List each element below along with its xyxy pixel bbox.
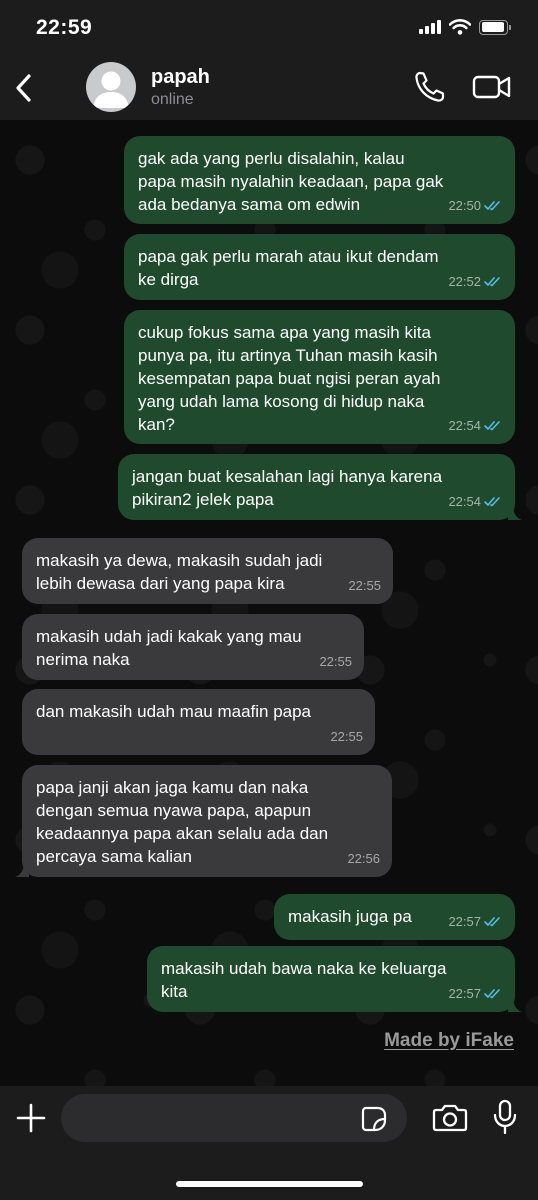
avatar[interactable]: [86, 62, 136, 112]
message-meta: 22:57: [448, 982, 503, 1005]
message-meta: 22:55: [348, 574, 381, 597]
message-meta: 22:54: [448, 414, 503, 437]
phone-icon[interactable]: [413, 70, 445, 104]
message-time: 22:55: [330, 729, 363, 744]
message-meta: 22:55: [319, 650, 352, 673]
message-bubble-outgoing[interactable]: gak ada yang perlu disalahin, kalau papa…: [124, 136, 515, 224]
message-bubble-incoming[interactable]: makasih ya dewa, makasih sudah jadi lebi…: [22, 538, 393, 604]
message-meta: 22:54: [448, 490, 503, 513]
status-bar: 22:59: [0, 0, 538, 58]
message-meta: 22:56: [347, 847, 380, 870]
read-receipt-icon: [484, 497, 500, 507]
default-avatar-icon: [93, 71, 129, 108]
bubble-tail: [15, 861, 29, 877]
message-time: 22:57: [448, 986, 481, 1001]
plus-icon[interactable]: [15, 1102, 47, 1134]
cellular-signal-icon: [419, 20, 441, 34]
chat-header: papah online: [0, 58, 538, 120]
camera-icon[interactable]: [432, 1102, 468, 1134]
message-bubble-incoming[interactable]: papa janji akan jaga kamu dan naka denga…: [15, 765, 392, 877]
wifi-icon: [449, 19, 471, 35]
message-text: gak ada yang perlu disalahin, kalau papa…: [138, 149, 444, 214]
video-camera-icon[interactable]: [472, 73, 512, 101]
message-meta: 22:55: [330, 725, 363, 748]
status-time: 22:59: [36, 16, 93, 39]
message-bubble-incoming[interactable]: makasih udah jadi kakak yang mau nerima …: [22, 614, 364, 680]
message-time: 22:50: [448, 198, 481, 213]
contact-name[interactable]: papah: [151, 66, 210, 89]
read-receipt-icon: [484, 277, 500, 287]
read-receipt-icon: [484, 989, 500, 999]
message-meta: 22:57: [448, 910, 503, 933]
message-bubble-outgoing[interactable]: makasih juga pa 22:57: [274, 894, 515, 940]
message-time: 22:55: [348, 578, 381, 593]
message-bubble-outgoing[interactable]: cukup fokus sama apa yang masih kita pun…: [124, 310, 515, 444]
back-button[interactable]: [10, 70, 38, 106]
message-bubble-outgoing[interactable]: papa gak perlu marah atau ikut dendam ke…: [124, 234, 515, 300]
message-bubble-outgoing[interactable]: makasih udah bawa naka ke keluarga kita …: [147, 946, 522, 1012]
contact-status: online: [151, 91, 194, 108]
message-text: makasih ya dewa, makasih sudah jadi lebi…: [36, 551, 323, 593]
message-time: 22:56: [347, 851, 380, 866]
message-text: papa gak perlu marah atau ikut dendam ke…: [138, 247, 439, 289]
bubble-tail: [508, 504, 522, 520]
message-text: jangan buat kesalahan lagi hanya karena …: [132, 467, 443, 509]
message-text: cukup fokus sama apa yang masih kita pun…: [138, 323, 441, 434]
chat-area[interactable]: gak ada yang perlu disalahin, kalau papa…: [0, 120, 538, 1086]
read-receipt-icon: [484, 421, 500, 431]
watermark: Made by iFake: [384, 1030, 514, 1051]
message-bubble-incoming[interactable]: dan makasih udah mau maafin papa 22:55: [22, 689, 375, 755]
message-time: 22:57: [448, 914, 481, 929]
message-text: papa janji akan jaga kamu dan naka denga…: [36, 778, 329, 866]
status-icons: [419, 19, 511, 35]
read-receipt-icon: [484, 917, 500, 927]
message-time: 22:55: [319, 654, 352, 669]
message-meta: 22:52: [448, 270, 503, 293]
message-time: 22:54: [448, 418, 481, 433]
message-input[interactable]: [61, 1094, 407, 1142]
message-time: 22:54: [448, 494, 481, 509]
microphone-icon[interactable]: [491, 1099, 519, 1135]
bubble-tail: [508, 996, 522, 1012]
battery-icon: [479, 19, 511, 35]
message-bubble-outgoing[interactable]: jangan buat kesalahan lagi hanya karena …: [118, 454, 522, 520]
message-meta: 22:50: [448, 194, 503, 217]
message-text: dan makasih udah mau maafin papa: [36, 702, 312, 721]
sticker-icon[interactable]: [361, 1106, 387, 1132]
home-indicator[interactable]: [176, 1181, 363, 1187]
read-receipt-icon: [484, 201, 500, 211]
message-time: 22:52: [448, 274, 481, 289]
message-text: makasih udah jadi kakak yang mau nerima …: [36, 627, 302, 669]
battery-level: [481, 22, 504, 32]
